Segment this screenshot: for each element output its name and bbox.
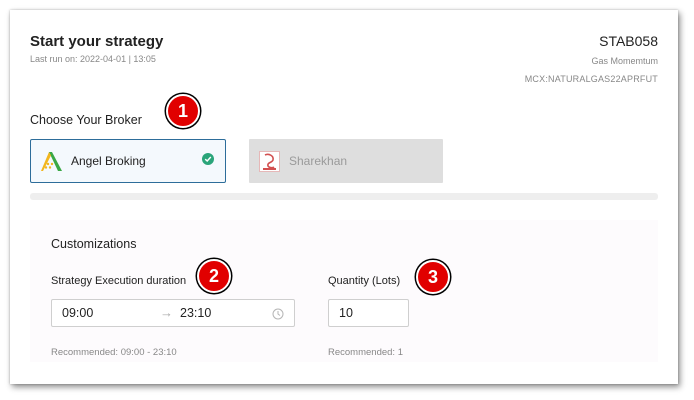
broker-option-angel-broking[interactable]: Angel Broking (30, 139, 226, 183)
quantity-input[interactable] (328, 299, 409, 327)
strategy-start-card: Start your strategy Last run on: 2022-04… (10, 10, 678, 384)
end-time-value[interactable]: 23:10 (180, 306, 211, 320)
customizations-title: Customizations (51, 237, 137, 251)
broker-section-label: Choose Your Broker (30, 113, 142, 127)
annotation-badge-2: 2 (197, 259, 231, 293)
annotation-badge-1: 1 (166, 94, 200, 128)
last-run-timestamp: Last run on: 2022-04-01 | 13:05 (30, 54, 156, 64)
clock-icon (272, 307, 284, 320)
strategy-name: Gas Momemtum (591, 56, 658, 66)
sharekhan-logo-icon (259, 150, 280, 172)
page-title: Start your strategy (30, 33, 164, 50)
strategy-code: STAB058 (599, 33, 658, 49)
broker-option-sharekhan[interactable]: Sharekhan (249, 139, 443, 183)
arrow-right-icon: → (160, 305, 173, 320)
check-circle-icon (202, 153, 214, 165)
section-divider (30, 193, 658, 200)
execution-time-range-picker[interactable]: 09:00 → 23:10 (51, 299, 295, 327)
quantity-label: Quantity (Lots) (328, 275, 401, 287)
broker-option-label: Angel Broking (71, 154, 146, 168)
execution-duration-label: Strategy Execution duration (51, 275, 187, 287)
execution-recommendation: Recommended: 09:00 - 23:10 (51, 347, 177, 358)
customizations-panel: Customizations Strategy Execution durati… (30, 220, 658, 362)
annotation-badge-3: 3 (416, 260, 450, 294)
quantity-recommendation: Recommended: 1 (328, 347, 403, 358)
broker-option-label: Sharekhan (289, 154, 348, 168)
angel-broking-logo-icon (41, 151, 62, 172)
start-time-value[interactable]: 09:00 (62, 306, 93, 320)
instrument-symbol: MCX:NATURALGAS22APRFUT (524, 74, 658, 84)
